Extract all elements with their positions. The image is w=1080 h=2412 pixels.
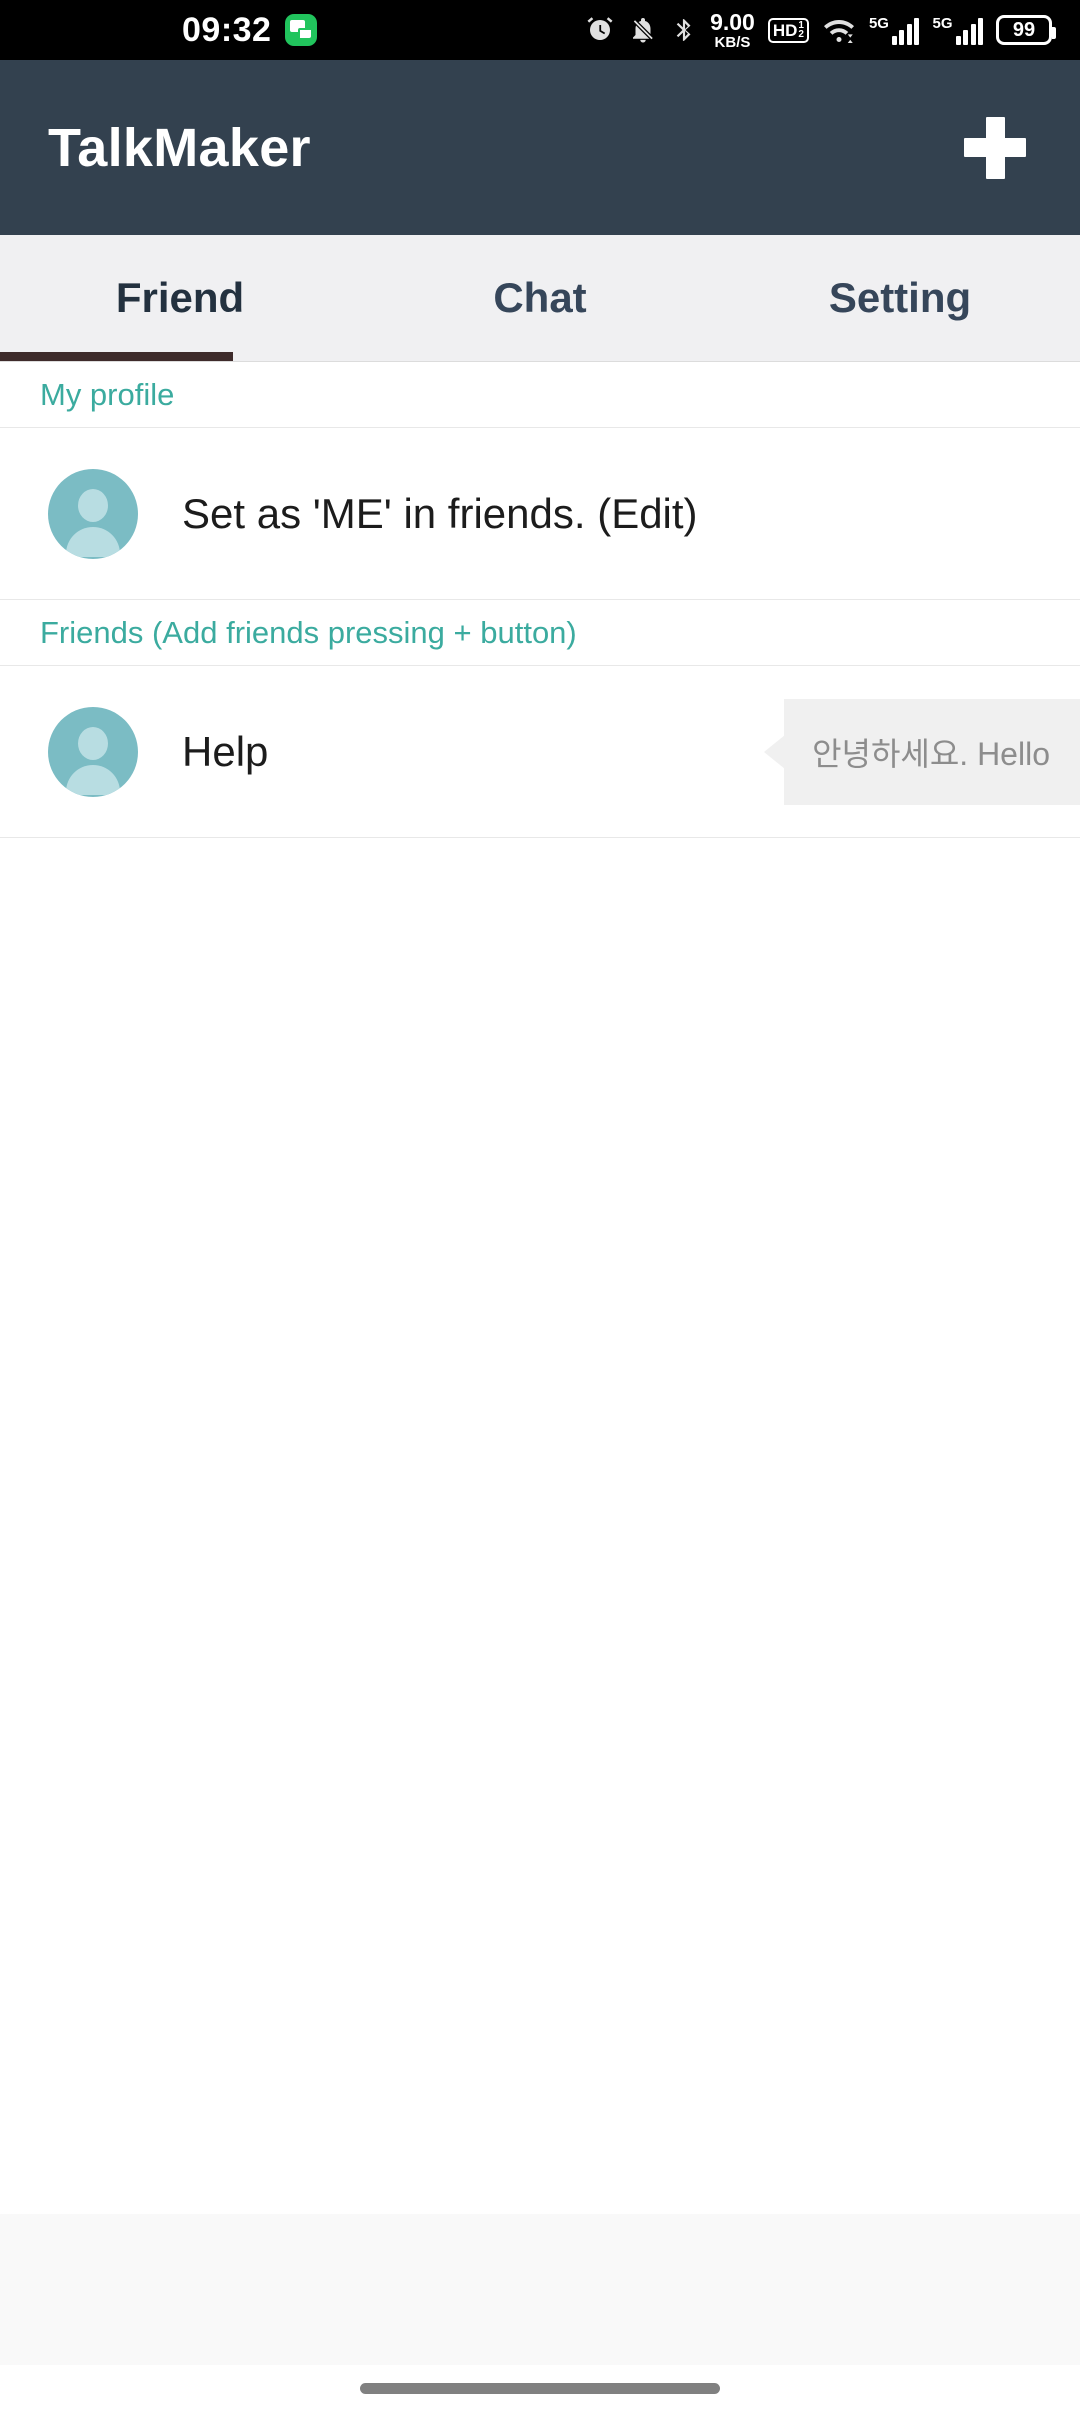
tab-setting-label: Setting [828, 274, 972, 321]
my-profile-name: Set as 'ME' in friends. (Edit) [182, 489, 698, 537]
friend-row-help[interactable]: Help 안녕하세요. Hello [0, 666, 1080, 838]
app-bar: TalkMaker [0, 60, 1080, 235]
network-speed-indicator: 9.00 KB/S [710, 8, 755, 51]
wifi-icon [822, 15, 856, 45]
add-friend-button[interactable] [950, 103, 1040, 193]
hd-voice-icon: HD 1 2 [767, 17, 809, 43]
person-avatar [48, 468, 138, 559]
home-gesture-pill[interactable] [360, 2383, 720, 2394]
tab-bar: Friend Chat Setting [0, 235, 1080, 362]
friend-name: Help [182, 727, 269, 775]
my-profile-row[interactable]: Set as 'ME' in friends. (Edit) [0, 428, 1080, 600]
tab-chat[interactable]: Chat [360, 235, 720, 361]
person-avatar [48, 706, 138, 797]
status-bar: 09:32 9.00 KB/S HD 1 2 5G 5G 99 [0, 0, 1080, 60]
status-clock: 09:32 [182, 10, 272, 49]
tab-active-indicator [0, 352, 233, 361]
app-title: TalkMaker [48, 117, 311, 178]
friend-status-bubble: 안녕하세요. Hello [784, 698, 1080, 805]
system-navigation-bar [0, 2365, 1080, 2412]
status-bar-left: 09:32 [182, 10, 318, 50]
messages-icon [285, 14, 318, 46]
section-header-my-profile-label: My profile [40, 376, 175, 412]
signal-5g-sim2-icon: 5G [932, 16, 983, 45]
alarm-icon [585, 15, 615, 45]
section-header-friends-label: Friends (Add friends pressing + button) [40, 614, 577, 650]
bottom-banner-area[interactable] [0, 2214, 1080, 2365]
phone-screen: 09:32 9.00 KB/S HD 1 2 5G 5G 99 TalkMake… [0, 0, 1080, 2412]
tab-friend[interactable]: Friend [0, 235, 360, 361]
section-header-my-profile: My profile [0, 362, 1080, 428]
status-bar-right: 9.00 KB/S HD 1 2 5G 5G 99 [585, 8, 1056, 51]
bluetooth-icon [671, 15, 697, 45]
plus-icon-vertical [985, 116, 1005, 179]
tab-friend-label: Friend [115, 274, 245, 321]
tab-chat-label: Chat [493, 274, 587, 321]
empty-list-area [0, 838, 1080, 2412]
tab-setting[interactable]: Setting [720, 235, 1080, 361]
signal-5g-sim1-icon: 5G [869, 16, 920, 45]
bell-muted-icon [628, 15, 658, 45]
battery-icon: 99 [996, 15, 1056, 45]
section-header-friends: Friends (Add friends pressing + button) [0, 600, 1080, 666]
